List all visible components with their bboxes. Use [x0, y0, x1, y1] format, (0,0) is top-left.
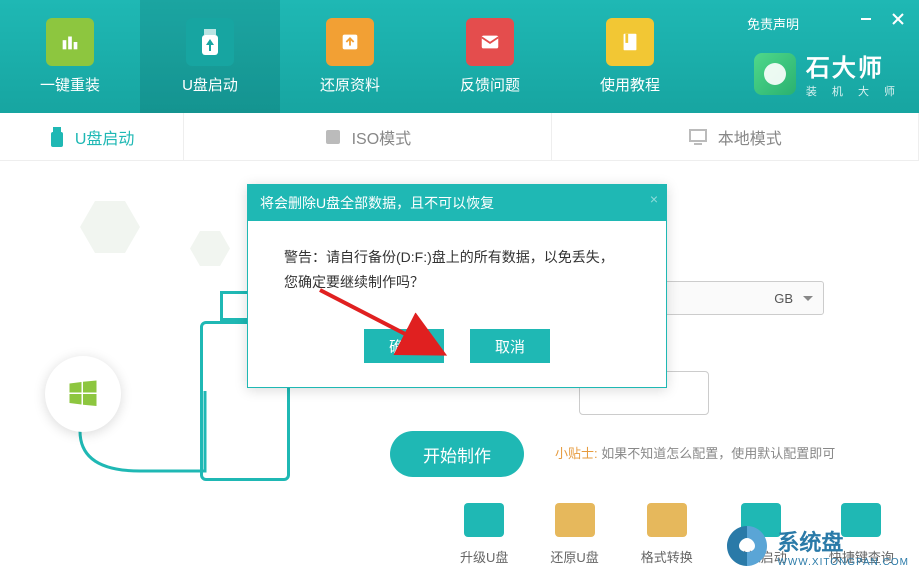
reinstall-icon — [46, 18, 94, 66]
dialog-cancel-button[interactable]: 取消 — [470, 329, 550, 363]
brand-subtitle: 装 机 大 师 — [806, 83, 901, 99]
disclaimer-link[interactable]: 免责声明 — [747, 14, 799, 33]
nav-feedback[interactable]: 反馈问题 — [420, 0, 560, 113]
nav-label: U盘启动 — [182, 74, 238, 95]
watermark: 系统盘 WWW.XITONGPAN.COM — [723, 522, 909, 570]
minimize-button[interactable] — [857, 10, 875, 28]
dialog-footer: 确定 取消 — [248, 319, 666, 387]
format-convert-icon — [647, 503, 687, 537]
brand-logo-icon — [754, 53, 796, 95]
tip-text: 如果不知道怎么配置，使用默认配置即可 — [601, 446, 835, 461]
tool-label: 升级U盘 — [460, 547, 508, 566]
restore-usb-icon — [555, 503, 595, 537]
tool-label: 还原U盘 — [550, 547, 598, 566]
watermark-url: WWW.XITONGPAN.COM — [777, 557, 909, 568]
confirm-dialog: 将会删除U盘全部数据，且不可以恢复 × 警告：请自行备份(D:F:)盘上的所有数… — [247, 184, 667, 388]
brand: 石大师 装 机 大 师 — [754, 48, 901, 99]
usb-boot-icon — [186, 18, 234, 66]
local-icon — [688, 128, 708, 146]
nav-label: 反馈问题 — [460, 74, 520, 95]
dialog-ok-button[interactable]: 确定 — [364, 329, 444, 363]
restore-icon — [326, 18, 374, 66]
nav-reinstall[interactable]: 一键重装 — [0, 0, 140, 113]
dialog-body: 警告：请自行备份(D:F:)盘上的所有数据，以免丢失， 您确定要继续制作吗？ — [248, 221, 666, 319]
nav-label: 一键重装 — [40, 74, 100, 95]
start-make-button[interactable]: 开始制作 — [390, 431, 524, 477]
tutorial-icon — [606, 18, 654, 66]
tab-label: 本地模式 — [718, 125, 782, 149]
watermark-title: 系统盘 — [777, 525, 909, 557]
tab-label: ISO模式 — [352, 125, 412, 149]
tab-label: U盘启动 — [75, 125, 135, 149]
dialog-close-button[interactable]: × — [650, 191, 658, 207]
brand-title: 石大师 — [806, 48, 901, 83]
tool-format-convert[interactable]: 格式转换 — [641, 503, 693, 566]
tip-row: 小贴士: 如果不知道怎么配置，使用默认配置即可 — [555, 443, 835, 462]
dialog-title-text: 将会删除U盘全部数据，且不可以恢复 — [260, 195, 494, 211]
button-label: 开始制作 — [423, 442, 491, 467]
warning-line2: 您确定要继续制作吗？ — [284, 270, 630, 295]
nav-usb-boot[interactable]: U盘启动 — [140, 0, 280, 113]
nav-tutorial[interactable]: 使用教程 — [560, 0, 700, 113]
tab-iso-mode[interactable]: ISO模式 — [184, 113, 551, 160]
nav-label: 还原资料 — [320, 74, 380, 95]
tip-label: 小贴士: — [555, 446, 598, 461]
tab-local-mode[interactable]: 本地模式 — [552, 113, 919, 160]
tab-usb-boot[interactable]: U盘启动 — [0, 113, 184, 160]
tool-upgrade-usb[interactable]: 升级U盘 — [460, 503, 508, 566]
tool-restore-usb[interactable]: 还原U盘 — [550, 503, 598, 566]
warning-line1: 警告：请自行备份(D:F:)盘上的所有数据，以免丢失， — [284, 245, 630, 270]
mode-tabs: U盘启动 ISO模式 本地模式 — [0, 113, 919, 161]
nav-restore[interactable]: 还原资料 — [280, 0, 420, 113]
dialog-titlebar: 将会删除U盘全部数据，且不可以恢复 × — [248, 185, 666, 221]
app-header: 一键重装 U盘启动 还原资料 反馈问题 使用教程 免责声明 石大师 装 机 大 … — [0, 0, 919, 113]
close-button[interactable] — [889, 10, 907, 28]
tool-label: 格式转换 — [641, 547, 693, 566]
watermark-logo-icon — [723, 522, 771, 570]
upgrade-usb-icon — [464, 503, 504, 537]
iso-icon — [324, 128, 342, 146]
usb-icon — [49, 127, 65, 147]
feedback-icon — [466, 18, 514, 66]
capacity-dropdown[interactable]: GB — [659, 281, 824, 315]
dropdown-value: GB — [774, 291, 793, 306]
window-controls — [857, 10, 907, 28]
nav-label: 使用教程 — [600, 74, 660, 95]
windows-logo-icon — [45, 356, 121, 432]
